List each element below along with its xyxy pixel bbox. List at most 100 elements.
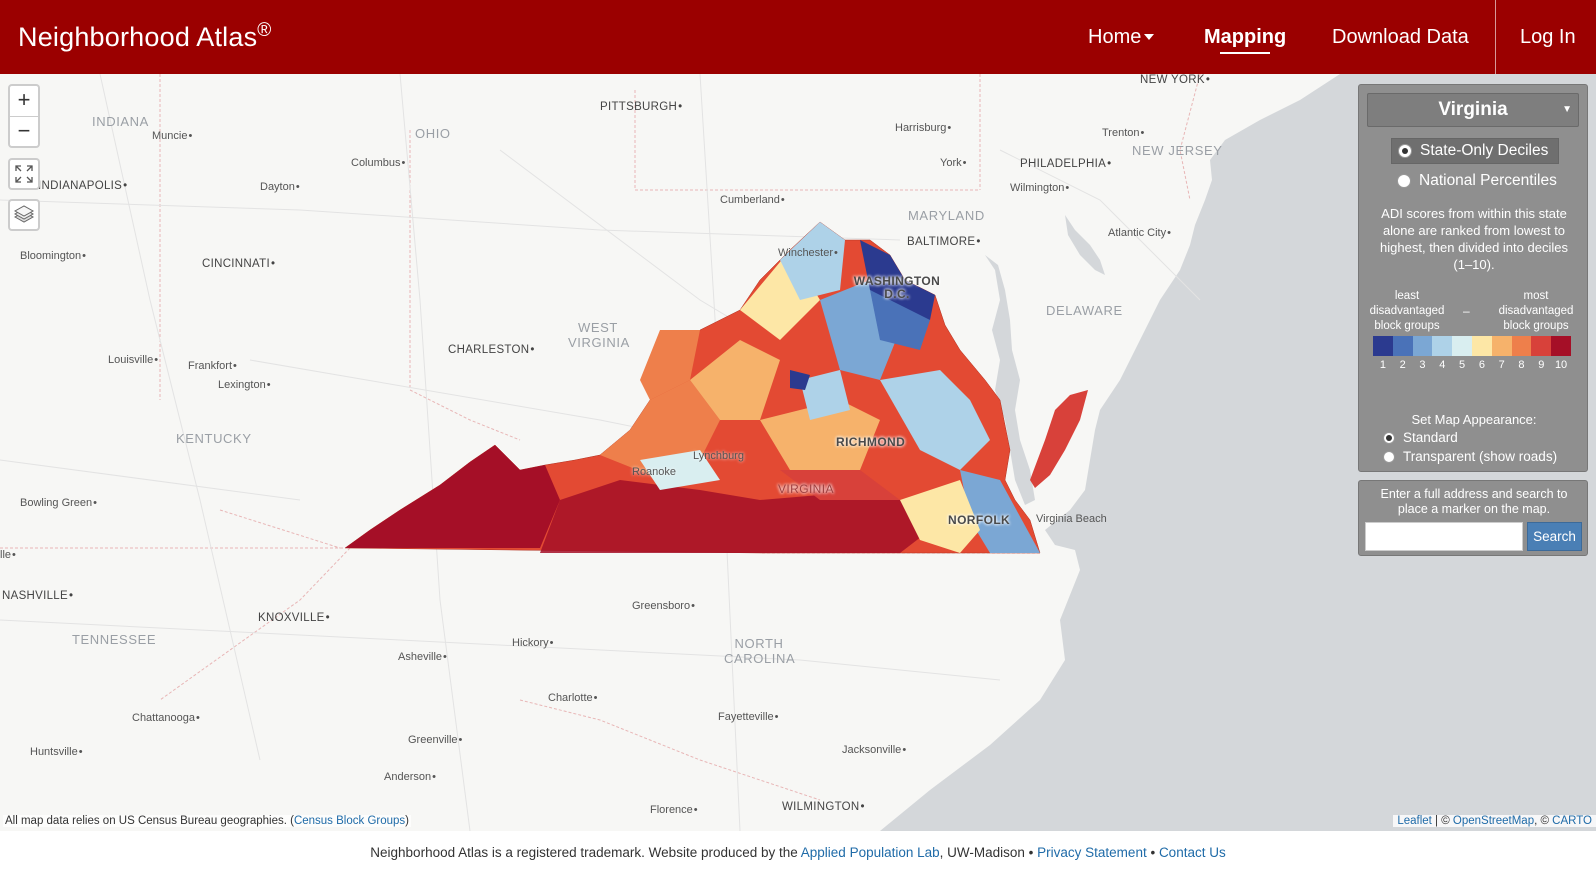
brand-logo[interactable]: Neighborhood Atlas® bbox=[18, 20, 271, 53]
legend-swatch bbox=[1511, 336, 1532, 356]
legend-swatch bbox=[1392, 336, 1413, 356]
census-attribution: All map data relies on US Census Bureau … bbox=[3, 815, 411, 827]
contact-us-link[interactable]: Contact Us bbox=[1159, 845, 1226, 860]
region-label: OHIO bbox=[415, 126, 451, 141]
place-label: Columbus bbox=[351, 157, 405, 169]
map-canvas[interactable]: NEW YORK INDIANA Muncie PITTSBURGH OHIO … bbox=[0, 74, 1596, 831]
legend-value: 10 bbox=[1554, 359, 1568, 371]
legend-value: 2 bbox=[1399, 359, 1406, 371]
adi-control-panel: Virginia ▼ State-Only Deciles National Pe… bbox=[1358, 84, 1588, 472]
legend-swatch bbox=[1432, 336, 1453, 356]
nav-home[interactable]: Home bbox=[1088, 0, 1155, 74]
place-label: Dayton bbox=[260, 181, 300, 193]
nav-login[interactable]: Log In bbox=[1520, 0, 1576, 74]
applied-population-lab-link[interactable]: Applied Population Lab bbox=[801, 845, 940, 860]
washington-dc-label: WASHINGTON D.C. bbox=[853, 274, 941, 301]
place-label: Anderson bbox=[384, 771, 436, 783]
legend-value: 5 bbox=[1459, 359, 1466, 371]
registered-mark: ® bbox=[257, 20, 272, 41]
openstreetmap-link[interactable]: OpenStreetMap bbox=[1453, 815, 1534, 827]
region-label: INDIANA bbox=[92, 114, 149, 129]
leaflet-link[interactable]: Leaflet bbox=[1397, 815, 1432, 827]
zoom-out-button[interactable]: − bbox=[10, 116, 38, 146]
address-search-input[interactable] bbox=[1365, 522, 1523, 551]
brand-name[interactable]: Neighborhood Atlas bbox=[18, 22, 257, 52]
fullscreen-button[interactable] bbox=[8, 158, 40, 190]
region-label: WEST VIRGINIA bbox=[568, 320, 630, 350]
nav-download-label[interactable]: Download Data bbox=[1332, 26, 1469, 49]
appearance-label[interactable]: Standard bbox=[1403, 430, 1458, 445]
attribution-text: All map data relies on US Census Bureau … bbox=[5, 815, 294, 827]
richmond-label: RICHMOND bbox=[836, 435, 906, 449]
place-label: INDIANAPOLIS bbox=[38, 180, 127, 192]
basemap bbox=[0, 74, 1596, 831]
layers-icon bbox=[13, 205, 35, 223]
legend-swatch bbox=[1452, 336, 1472, 356]
legend-value: 3 bbox=[1419, 359, 1426, 371]
virginia-label: VIRGINIA bbox=[778, 482, 834, 496]
carto-link[interactable]: CARTO bbox=[1552, 815, 1592, 827]
legend-values: 1 2 3 4 5 6 7 8 9 10 bbox=[1373, 359, 1571, 371]
option-state-only-deciles[interactable]: State-Only Deciles bbox=[1391, 138, 1559, 164]
appearance-transparent[interactable]: Transparent (show roads) bbox=[1383, 449, 1557, 464]
radio-selected-icon[interactable] bbox=[1398, 144, 1412, 158]
appearance-standard[interactable]: Standard bbox=[1383, 430, 1458, 445]
footer-sep: • bbox=[1146, 845, 1159, 860]
state-select-value[interactable]: Virginia bbox=[1438, 99, 1507, 120]
nav-download-data[interactable]: Download Data bbox=[1332, 0, 1469, 74]
fullscreen-icon bbox=[15, 165, 33, 183]
place-label: CHARLESTON bbox=[448, 344, 535, 356]
legend-value: 8 bbox=[1518, 359, 1525, 371]
virginia-eastern-shore bbox=[1030, 390, 1088, 488]
appearance-label[interactable]: Transparent (show roads) bbox=[1403, 449, 1557, 464]
legend-swatch bbox=[1412, 336, 1433, 356]
place-label: lle bbox=[0, 549, 16, 561]
place-label: Lynchburg bbox=[693, 450, 744, 462]
nav-login-label[interactable]: Log In bbox=[1520, 26, 1576, 49]
place-label: Fayetteville bbox=[718, 711, 779, 723]
region-label: NORTH CAROLINA bbox=[724, 636, 796, 666]
radio-selected-icon[interactable] bbox=[1383, 431, 1395, 444]
norfolk-label: NORFOLK bbox=[948, 513, 1011, 527]
region-label: DELAWARE bbox=[1046, 303, 1123, 318]
search-button[interactable]: Search bbox=[1527, 522, 1582, 551]
nav-home-label[interactable]: Home bbox=[1088, 26, 1141, 49]
radio-icon[interactable] bbox=[1397, 174, 1411, 188]
region-label: KENTUCKY bbox=[176, 431, 252, 446]
legend-value: 7 bbox=[1498, 359, 1505, 371]
caret-down-icon[interactable] bbox=[1144, 34, 1155, 40]
attribution-sep: | © bbox=[1431, 815, 1453, 827]
region-label: MARYLAND bbox=[908, 208, 985, 223]
layers-button[interactable] bbox=[8, 199, 40, 231]
map-attribution: Leaflet | © OpenStreetMap, © CARTO bbox=[1393, 815, 1596, 827]
nav-mapping-label[interactable]: Mapping bbox=[1204, 26, 1286, 49]
zoom-in-button[interactable]: + bbox=[10, 86, 38, 116]
dropdown-arrow-icon[interactable]: ▼ bbox=[1562, 94, 1572, 126]
attribution-sep: , © bbox=[1534, 815, 1553, 827]
privacy-statement-link[interactable]: Privacy Statement bbox=[1037, 845, 1147, 860]
place-label: NEW YORK bbox=[1140, 74, 1210, 86]
legend-swatches bbox=[1373, 336, 1571, 356]
place-label: Chattanooga bbox=[132, 712, 200, 724]
place-label: WILMINGTON bbox=[782, 801, 865, 813]
radio-icon[interactable] bbox=[1383, 450, 1395, 463]
legend-swatch bbox=[1491, 336, 1512, 356]
option-national-percentiles[interactable]: National Percentiles bbox=[1391, 168, 1559, 194]
nav-mapping[interactable]: Mapping bbox=[1204, 0, 1286, 74]
appearance-title: Set Map Appearance: bbox=[1411, 412, 1537, 427]
place-label: KNOXVILLE bbox=[258, 612, 330, 624]
option-label[interactable]: State-Only Deciles bbox=[1420, 142, 1548, 160]
option-label[interactable]: National Percentiles bbox=[1419, 172, 1557, 190]
place-label: Louisville bbox=[108, 354, 158, 366]
delaware-bay bbox=[1065, 215, 1105, 275]
place-label: Harrisburg bbox=[895, 122, 951, 134]
place-label: Cumberland bbox=[720, 194, 785, 206]
legend-swatch bbox=[1551, 336, 1571, 356]
census-block-groups-link[interactable]: Census Block Groups bbox=[294, 815, 405, 827]
top-navbar: Neighborhood Atlas® Home Mapping Downloa… bbox=[0, 0, 1596, 74]
place-label: Greensboro bbox=[632, 600, 695, 612]
footer-text: Neighborhood Atlas is a registered trade… bbox=[370, 845, 801, 860]
place-label: Muncie bbox=[152, 130, 192, 142]
state-select[interactable]: Virginia ▼ bbox=[1367, 93, 1579, 127]
legend-value: 4 bbox=[1439, 359, 1446, 371]
